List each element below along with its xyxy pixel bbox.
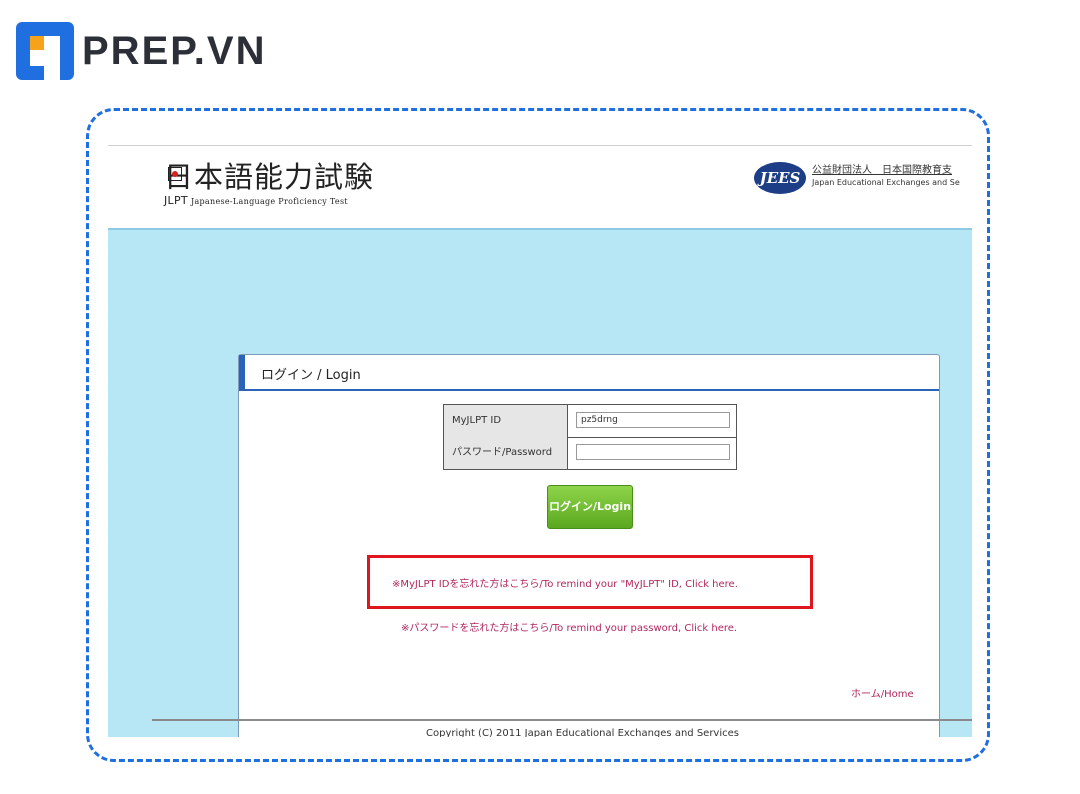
login-button[interactable]: ログイン/Login xyxy=(547,485,633,529)
prep-logo-icon xyxy=(16,22,74,80)
jlpt-title: 日本語能力試験 xyxy=(164,160,375,194)
password-row: パスワード/Password xyxy=(444,437,736,469)
myjlpt-id-input[interactable] xyxy=(576,412,730,428)
panel-title: ログイン / Login xyxy=(261,368,361,383)
footer-divider xyxy=(152,719,972,721)
brand-name: PREP.VN xyxy=(82,29,267,73)
remind-id-highlight-box: ※MyJLPT IDを忘れた方はこちら/To remind your "MyJL… xyxy=(367,555,813,609)
panel-header: ログイン / Login xyxy=(239,355,939,391)
remind-id-link[interactable]: ※MyJLPT IDを忘れた方はこちら/To remind your "MyJL… xyxy=(392,575,738,590)
flag-icon xyxy=(168,167,182,181)
jlpt-login-screenshot: 日本語能力試験 JLPT Japanese-Language Proficienc… xyxy=(108,145,972,737)
partner-name-en: Japan Educational Exchanges and Se xyxy=(812,178,960,187)
content-background: ログイン / Login MyJLPT ID パスワード/Password ログ… xyxy=(108,228,972,737)
partner-name-jp[interactable]: 公益財団法人 日本国際教育支 xyxy=(812,161,952,176)
id-label: MyJLPT ID xyxy=(444,405,568,437)
password-input[interactable] xyxy=(576,444,730,460)
jlpt-subtitle-text: Japanese-Language Proficiency Test xyxy=(190,197,348,206)
home-link[interactable]: ホーム/Home xyxy=(851,685,914,700)
jlpt-subtitle: JLPT Japanese-Language Proficiency Test xyxy=(164,194,348,207)
copyright-text: Copyright (C) 2011 Japan Educational Exc… xyxy=(426,728,739,737)
password-label: パスワード/Password xyxy=(444,437,568,469)
login-form-table: MyJLPT ID パスワード/Password xyxy=(443,404,737,470)
jlpt-abbr: JLPT xyxy=(164,194,188,207)
jees-logo[interactable]: JEES xyxy=(754,162,806,194)
id-row: MyJLPT ID xyxy=(444,405,736,438)
login-panel: ログイン / Login MyJLPT ID パスワード/Password ログ… xyxy=(238,354,940,737)
remind-password-link[interactable]: ※パスワードを忘れた方はこちら/To remind your password,… xyxy=(401,619,737,634)
top-divider xyxy=(108,145,972,146)
